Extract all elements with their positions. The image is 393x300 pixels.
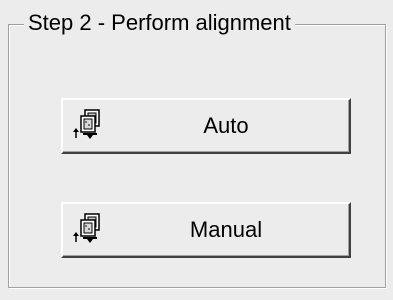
align-pages-icon <box>71 212 103 248</box>
auto-button[interactable]: Auto <box>61 98 351 154</box>
auto-button-label: Auto <box>203 113 249 138</box>
manual-button[interactable]: Manual <box>61 202 351 258</box>
alignment-panel: Step 2 - Perform alignment Auto Manual <box>0 0 393 300</box>
manual-button-label: Manual <box>189 217 263 242</box>
align-pages-icon <box>71 108 103 144</box>
group-title: Step 2 - Perform alignment <box>24 10 295 36</box>
